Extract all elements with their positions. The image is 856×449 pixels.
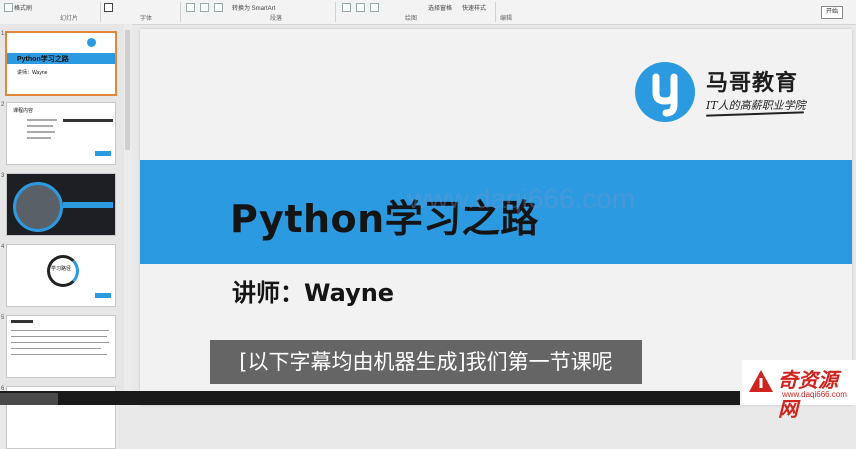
video-progress-strip bbox=[0, 391, 740, 405]
align-left-icon[interactable] bbox=[186, 3, 195, 12]
align-right-icon[interactable] bbox=[214, 3, 223, 12]
site-logo-icon bbox=[749, 370, 773, 392]
thumb-number: 5 bbox=[1, 315, 5, 321]
presenter-video-thumbnail bbox=[0, 393, 58, 405]
brand-g-logo-icon bbox=[635, 62, 695, 122]
shape-arrow-icon[interactable] bbox=[370, 3, 379, 12]
slide-thumbnails-pane: 1 Python学习之路 讲师：Wayne 2 课程内容 3 4 学习路径 5 … bbox=[0, 24, 124, 449]
smartart-button[interactable]: 转换为 SmartArt bbox=[232, 3, 275, 12]
video-subtitle: [以下字幕均由机器生成]我们第一节课呢 bbox=[210, 340, 642, 384]
thumb-number: 2 bbox=[1, 102, 5, 108]
quick-styles-button[interactable]: 快速样式 bbox=[462, 3, 486, 12]
thumb-title: Python学习之路 bbox=[17, 56, 69, 63]
slides-group-label: 幻灯片 bbox=[60, 16, 79, 22]
align-center-icon[interactable] bbox=[200, 3, 209, 12]
watermark-text: www.daqi666.com bbox=[408, 183, 636, 214]
thumbnail-scrollbar[interactable] bbox=[124, 24, 132, 405]
format-painter-label[interactable]: 格式刷 bbox=[14, 3, 32, 12]
brand-tagline: IT人的高薪职业学院 bbox=[706, 99, 806, 112]
editing-group-label: 编辑 bbox=[500, 16, 513, 22]
slide-thumbnail-4[interactable]: 学习路径 bbox=[6, 244, 116, 307]
slide-thumbnail-1[interactable]: Python学习之路 讲师：Wayne bbox=[5, 31, 117, 96]
bold-icon[interactable] bbox=[104, 3, 113, 12]
site-url: www.daqi666.com bbox=[782, 390, 847, 399]
slide-thumbnail-2[interactable]: 课程内容 bbox=[6, 102, 116, 165]
start-button[interactable]: 开始 bbox=[821, 6, 843, 19]
slide-thumbnail-5[interactable] bbox=[6, 315, 116, 378]
thumb-sub: 讲师：Wayne bbox=[17, 70, 48, 76]
slide-thumbnail-3[interactable] bbox=[6, 173, 116, 236]
font-group-label: 字体 bbox=[140, 16, 153, 22]
thumb-title: 学习路径 bbox=[51, 266, 72, 272]
paragraph-group-label: 段落 bbox=[270, 16, 283, 22]
shape-line-icon[interactable] bbox=[356, 3, 365, 12]
thumb-number: 4 bbox=[1, 244, 5, 250]
site-watermark-logo: 奇资源网 www.daqi666.com bbox=[742, 360, 856, 421]
thumb-title: 课程内容 bbox=[13, 108, 34, 114]
thumb-number: 3 bbox=[1, 173, 5, 179]
brand-logo: 马哥教育 IT人的高薪职业学院 bbox=[632, 59, 832, 129]
format-painter-icon[interactable] bbox=[4, 3, 13, 12]
selection-pane-button[interactable]: 选择窗格 bbox=[428, 3, 452, 12]
thumb-number: 1 bbox=[1, 31, 5, 37]
ribbon-toolbar: 格式刷 幻灯片 字体 转换为 SmartArt 段落 绘图 选择窗格 快速样式 … bbox=[0, 0, 856, 25]
lecturer-name[interactable]: 讲师：Wayne bbox=[232, 273, 394, 308]
brand-name: 马哥教育 bbox=[706, 71, 799, 96]
shape-rectangle-icon[interactable] bbox=[342, 3, 351, 12]
drawing-group-label: 绘图 bbox=[405, 16, 418, 22]
